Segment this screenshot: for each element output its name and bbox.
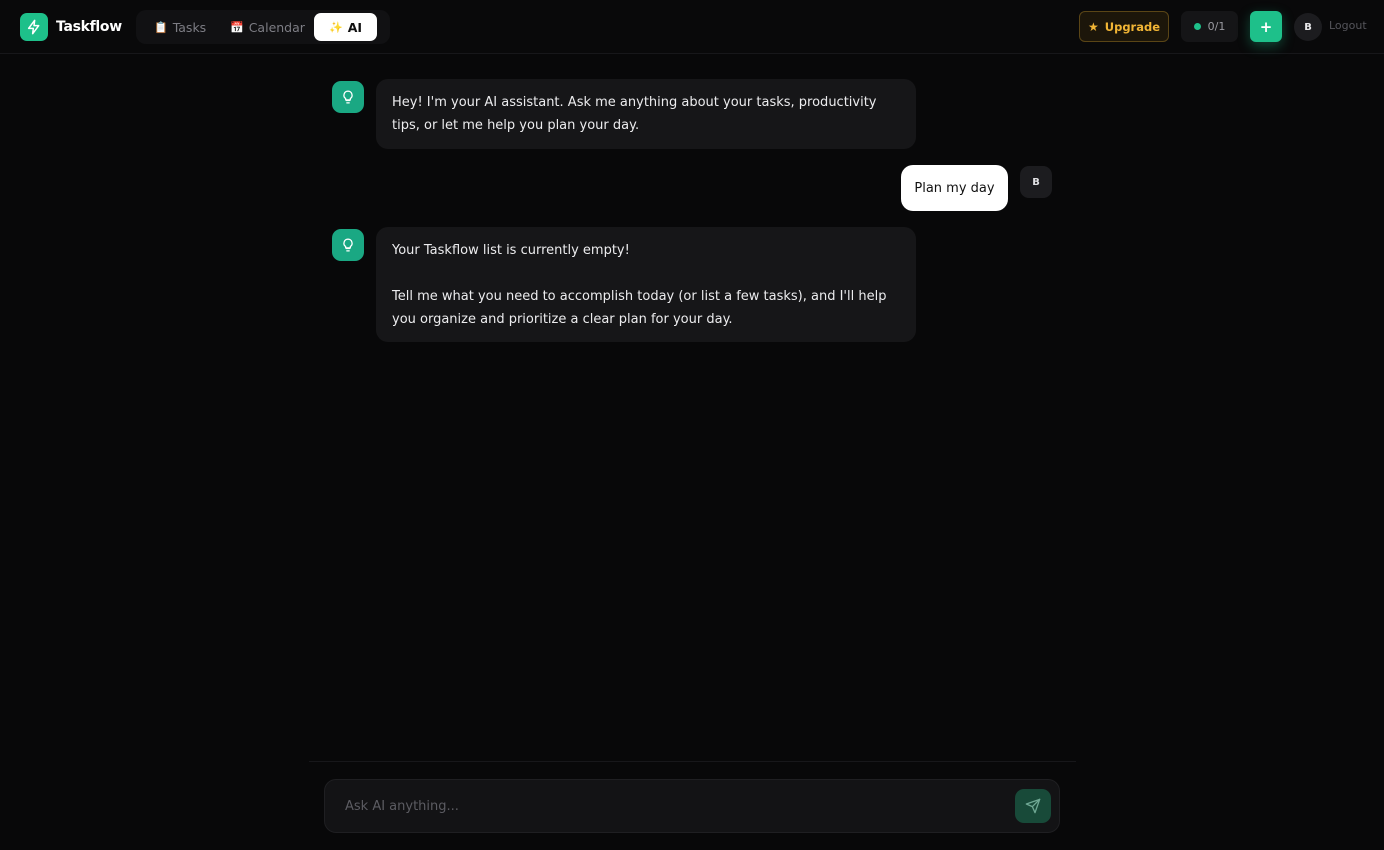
tab-label: AI — [347, 19, 363, 35]
clipboard-icon: 📋 — [154, 20, 168, 34]
top-bar: Taskflow 📋 Tasks 📅 Calendar ✨ AI ★ Upgra… — [0, 0, 1384, 54]
user-message: Plan my day — [901, 165, 1008, 211]
tab-ai[interactable]: ✨ AI — [314, 13, 377, 41]
app-name: Taskflow — [56, 19, 122, 35]
assistant-avatar — [332, 229, 364, 261]
app-logo[interactable]: Taskflow — [20, 13, 122, 41]
star-icon: ★ — [1087, 19, 1099, 34]
message-text: Your Taskflow list is currently empty! — [392, 243, 630, 258]
send-icon — [1025, 798, 1041, 814]
status-dot-icon — [1193, 23, 1201, 30]
assistant-message: Your Taskflow list is currently empty! T… — [376, 227, 916, 342]
calendar-icon: 📅 — [230, 20, 244, 34]
message-text: Tell me what you need to accomplish toda… — [392, 289, 887, 327]
composer-divider — [309, 761, 1076, 762]
assistant-avatar — [332, 81, 364, 113]
app-root: Taskflow 📋 Tasks 📅 Calendar ✨ AI ★ Upgra… — [0, 0, 1384, 850]
tab-label: Tasks — [172, 19, 207, 35]
message-text: Hey! I'm your AI assistant. Ask me anyth… — [392, 95, 877, 133]
chat-input[interactable] — [345, 780, 1005, 832]
tab-tasks[interactable]: 📋 Tasks — [144, 13, 212, 41]
task-counter: 0/1 — [1181, 11, 1238, 42]
chat-composer — [324, 779, 1060, 833]
logout-link[interactable]: Logout — [1329, 19, 1367, 32]
tab-label: Calendar — [248, 19, 305, 35]
upgrade-button[interactable]: ★ Upgrade — [1079, 11, 1169, 42]
add-task-button[interactable]: + — [1250, 11, 1282, 42]
user-message-avatar: B — [1020, 166, 1052, 198]
lightning-icon — [20, 13, 48, 41]
counter-value: 0/1 — [1207, 20, 1226, 33]
sparkles-icon: ✨ — [328, 20, 343, 34]
message-text: Plan my day — [914, 180, 995, 196]
lightbulb-icon — [343, 90, 353, 104]
user-avatar[interactable]: B — [1294, 13, 1322, 41]
tab-calendar[interactable]: 📅 Calendar — [220, 13, 310, 41]
lightbulb-icon — [343, 238, 353, 252]
upgrade-label: Upgrade — [1104, 19, 1161, 34]
main-nav: 📋 Tasks 📅 Calendar ✨ AI — [136, 10, 390, 44]
assistant-message: Hey! I'm your AI assistant. Ask me anyth… — [376, 79, 916, 149]
send-button[interactable] — [1015, 789, 1051, 823]
